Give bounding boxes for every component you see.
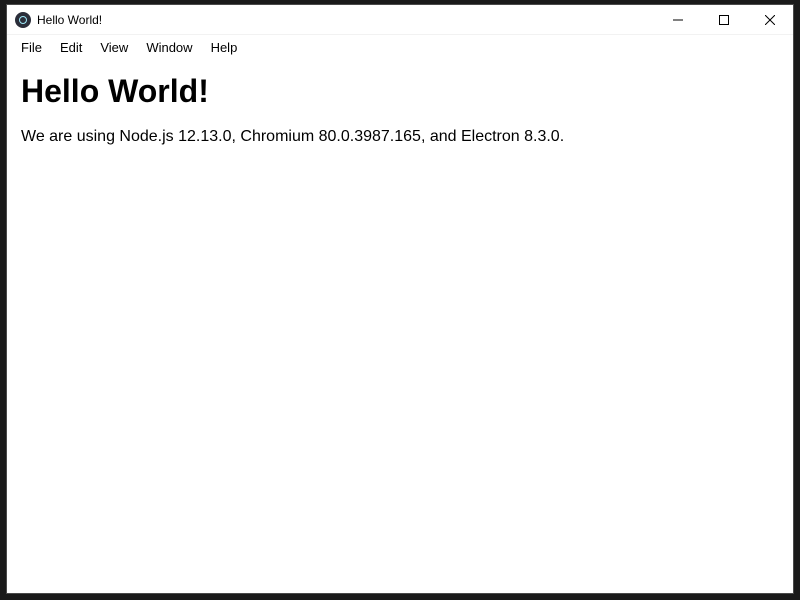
menubar: File Edit View Window Help xyxy=(7,35,793,59)
menu-help[interactable]: Help xyxy=(203,38,246,57)
titlebar-left: Hello World! xyxy=(7,12,102,28)
titlebar: Hello World! xyxy=(7,5,793,35)
app-window: Hello World! File Edit Vie xyxy=(6,4,794,594)
close-button[interactable] xyxy=(747,5,793,34)
electron-icon xyxy=(15,12,31,28)
content-area: Hello World! We are using Node.js 12.13.… xyxy=(7,59,793,593)
window-title: Hello World! xyxy=(37,13,102,27)
menu-view[interactable]: View xyxy=(92,38,136,57)
menu-edit[interactable]: Edit xyxy=(52,38,90,57)
menu-file[interactable]: File xyxy=(13,38,50,57)
menu-window[interactable]: Window xyxy=(138,38,200,57)
maximize-button[interactable] xyxy=(701,5,747,34)
version-text: We are using Node.js 12.13.0, Chromium 8… xyxy=(21,128,779,146)
minimize-button[interactable] xyxy=(655,5,701,34)
page-heading: Hello World! xyxy=(21,73,779,110)
maximize-icon xyxy=(719,15,729,25)
minimize-icon xyxy=(673,15,683,25)
close-icon xyxy=(765,15,775,25)
window-controls xyxy=(655,5,793,34)
